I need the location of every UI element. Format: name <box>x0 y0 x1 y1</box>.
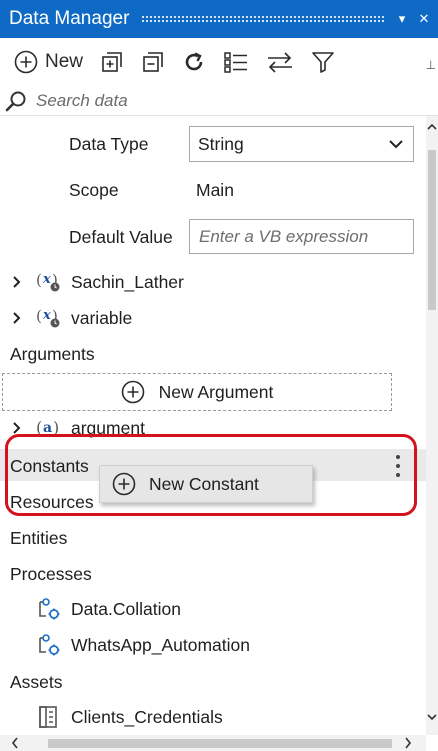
svg-text:a: a <box>43 420 52 436</box>
tree-item-argument[interactable]: (a) argument <box>0 413 145 443</box>
close-button[interactable]: ✕ <box>416 11 432 27</box>
expand-all-icon <box>102 52 122 72</box>
collapse-button[interactable]: ▾ <box>394 11 410 27</box>
svg-text:x: x <box>42 272 51 287</box>
section-header-constants[interactable]: Constants <box>10 456 89 477</box>
more-options-icon[interactable] <box>390 451 406 481</box>
pin-icon[interactable]: ⊥ <box>426 58 436 72</box>
process-icon <box>37 597 63 621</box>
new-constant-label: New Constant <box>149 473 259 494</box>
new-constant-menu-item[interactable]: New Constant <box>99 465 313 503</box>
horizontal-scrollbar[interactable] <box>0 735 426 751</box>
add-icon <box>121 380 144 404</box>
chevron-right-icon[interactable] <box>9 275 25 289</box>
search-input[interactable] <box>36 90 416 111</box>
title-bar: Data Manager ▾ ✕ <box>0 0 438 38</box>
argument-name: argument <box>71 417 145 438</box>
scroll-right-icon[interactable] <box>403 735 413 751</box>
vertical-scroll-thumb[interactable] <box>428 150 436 310</box>
process-icon <box>37 633 63 657</box>
svg-text:(: ( <box>36 271 42 289</box>
filter-icon <box>312 52 334 73</box>
swap-icon <box>268 52 293 73</box>
chevron-right-icon[interactable] <box>9 311 25 325</box>
horizontal-scroll-thumb[interactable] <box>48 739 392 748</box>
new-argument-button[interactable]: New Argument <box>2 373 392 411</box>
chevron-right-icon[interactable] <box>9 421 25 435</box>
default-value-label: Default Value <box>69 227 173 247</box>
process-name: Data.Collation <box>71 598 181 619</box>
collapse-all-button[interactable] <box>141 44 165 80</box>
scroll-left-icon[interactable] <box>10 735 20 751</box>
svg-text:(: ( <box>36 418 42 437</box>
vertical-scrollbar[interactable] <box>426 116 438 735</box>
section-header-assets[interactable]: Assets <box>10 672 63 693</box>
new-argument-label: New Argument <box>158 381 274 402</box>
tree-item-process[interactable]: Data.Collation <box>27 594 181 624</box>
section-header-resources[interactable]: Resources <box>10 492 94 513</box>
refresh-button[interactable] <box>182 44 206 80</box>
tree-item-asset[interactable]: Clients_Credentials <box>27 702 223 732</box>
section-header-arguments[interactable]: Arguments <box>10 344 95 365</box>
list-view-icon <box>224 52 248 73</box>
filter-button[interactable] <box>311 44 335 80</box>
chevron-down-icon <box>389 140 403 149</box>
process-name: WhatsApp_Automation <box>71 634 250 655</box>
refresh-icon <box>185 52 203 71</box>
variable-icon: (x) <box>35 306 63 330</box>
tree-item-variable[interactable]: (x) variable <box>0 303 132 333</box>
data-type-label: Data Type <box>69 134 149 154</box>
toolbar: New <box>0 38 438 86</box>
collapse-all-icon <box>143 52 163 72</box>
list-view-button[interactable] <box>223 44 249 80</box>
search-bar <box>0 86 438 116</box>
data-type-select[interactable]: String <box>189 126 414 162</box>
data-type-value: String <box>198 133 244 154</box>
svg-text:(: ( <box>36 307 42 325</box>
variable-icon: (x) <box>35 270 63 294</box>
svg-text:): ) <box>53 418 59 437</box>
default-value-input[interactable] <box>189 219 414 254</box>
asset-icon <box>37 705 63 729</box>
tree-item-process[interactable]: WhatsApp_Automation <box>27 630 250 660</box>
data-tree: Data Type String Scope Main Default Valu… <box>0 116 426 735</box>
scope-label: Scope <box>69 180 119 200</box>
tree-item-variable[interactable]: (x) Sachin_Lather <box>0 267 184 297</box>
scroll-down-icon[interactable] <box>426 712 438 722</box>
svg-text:x: x <box>42 308 51 323</box>
variable-name: Sachin_Lather <box>71 271 184 292</box>
scroll-up-icon[interactable] <box>426 122 438 132</box>
variable-name: variable <box>71 307 133 328</box>
new-button-label: New <box>45 51 84 72</box>
section-header-processes[interactable]: Processes <box>10 564 92 585</box>
search-icon <box>5 91 26 111</box>
asset-name: Clients_Credentials <box>71 706 223 727</box>
drag-grip[interactable] <box>141 15 384 23</box>
section-header-entities[interactable]: Entities <box>10 528 67 549</box>
scope-value: Main <box>196 180 234 200</box>
expand-all-button[interactable] <box>100 44 124 80</box>
new-button[interactable]: New <box>14 44 83 80</box>
panel-title: Data Manager <box>9 8 130 29</box>
add-icon <box>112 472 136 496</box>
argument-icon: (a) <box>35 416 63 440</box>
swap-button[interactable] <box>266 44 294 80</box>
add-icon <box>14 50 38 74</box>
